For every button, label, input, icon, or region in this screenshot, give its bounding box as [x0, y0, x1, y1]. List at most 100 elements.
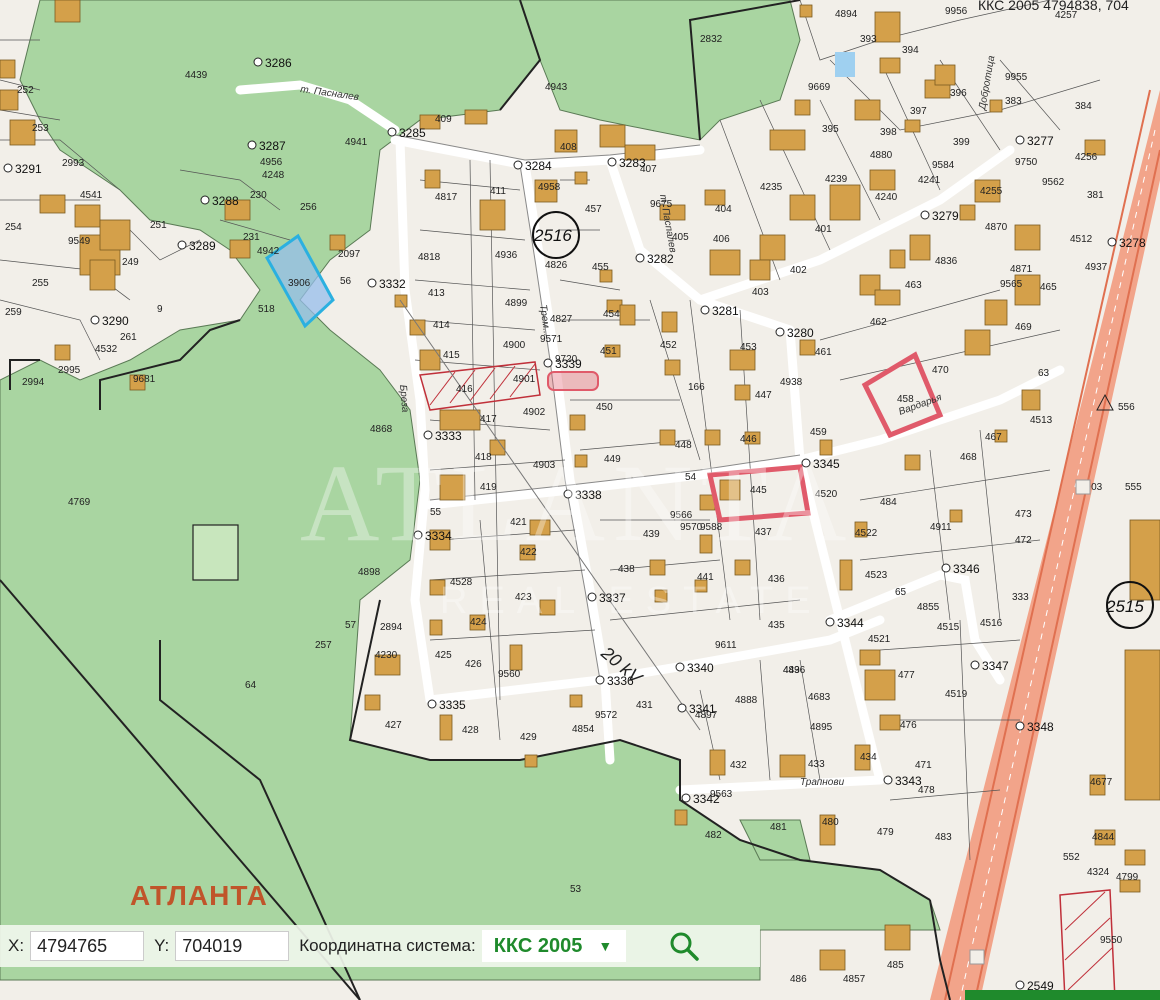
parcel-number: 4900: [503, 340, 526, 351]
x-coordinate-input[interactable]: 4794765: [30, 931, 145, 961]
parcel-number: 4522: [855, 528, 878, 539]
parcel-number: 4239: [825, 174, 848, 185]
parcel-number: 427: [385, 720, 402, 731]
survey-point-marker[interactable]: [543, 358, 553, 368]
coordinate-system-select[interactable]: ККС 2005 ▼: [481, 930, 626, 962]
parcel-number: 253: [32, 123, 49, 134]
survey-point-marker[interactable]: [387, 127, 397, 137]
parcel-number: 4256: [1075, 152, 1098, 163]
parcel-number: 255: [32, 278, 49, 289]
parcel-number: 4911: [930, 522, 952, 533]
parcel-number: 4844: [1092, 832, 1115, 843]
parcel-number: 393: [860, 34, 877, 45]
survey-point-marker[interactable]: [200, 195, 210, 205]
parcel-number: 4938: [780, 377, 803, 388]
survey-point-marker[interactable]: [1015, 980, 1025, 990]
survey-point-marker[interactable]: [681, 793, 691, 803]
survey-point-marker[interactable]: [941, 563, 951, 573]
parcel-number: 4230: [375, 650, 398, 661]
survey-point-marker[interactable]: [607, 157, 617, 167]
y-coordinate-input[interactable]: 704019: [175, 931, 290, 961]
survey-point-marker[interactable]: [970, 660, 980, 670]
parcel-number: 472: [1015, 535, 1032, 546]
parcel-number: 4515: [937, 622, 960, 633]
parcel-number: 455: [592, 262, 609, 273]
survey-point-label: 3347: [982, 659, 1009, 673]
survey-point-label: 3280: [787, 326, 814, 340]
parcel-number: 401: [815, 224, 832, 235]
parcel-number: 9550: [1100, 935, 1123, 946]
survey-point-marker[interactable]: [700, 305, 710, 315]
parcel-number: 230: [250, 190, 267, 201]
parcel-number: 459: [810, 427, 827, 438]
parcel-number: 406: [713, 234, 730, 245]
parcel-number: 4541: [80, 190, 103, 201]
parcel-number: 2994: [22, 377, 45, 388]
parcel-number: 4827: [550, 314, 573, 325]
survey-point-marker[interactable]: [247, 140, 257, 150]
parcel-number: 4519: [945, 689, 968, 700]
parcel-number: 396: [950, 88, 967, 99]
survey-point-marker[interactable]: [3, 163, 13, 173]
survey-point-label: 3290: [102, 314, 129, 328]
survey-point-marker[interactable]: [675, 662, 685, 672]
parcel-number: 4235: [760, 182, 783, 193]
parcel-number: 4868: [370, 424, 393, 435]
chevron-down-icon[interactable]: ▼: [598, 938, 612, 954]
survey-point-marker[interactable]: [825, 617, 835, 627]
parcel-number: 4871: [1010, 264, 1033, 275]
survey-point-marker[interactable]: [775, 327, 785, 337]
parcel-number: 477: [898, 670, 915, 681]
parcel-number: 4902: [523, 407, 546, 418]
parcel-number: 462: [870, 317, 887, 328]
parcel-number: 394: [902, 45, 919, 56]
parcel-number: 404: [715, 204, 732, 215]
parcel-number: 4826: [545, 260, 568, 271]
survey-point-marker[interactable]: [1015, 721, 1025, 731]
survey-point-marker[interactable]: [595, 675, 605, 685]
parcel-number: 4324: [1087, 867, 1110, 878]
parcel-number: 4895: [810, 722, 833, 733]
survey-point-marker[interactable]: [635, 253, 645, 263]
parcel-number: 9720: [555, 354, 578, 365]
parcel-highlight-3339[interactable]: [547, 371, 599, 391]
survey-point-marker[interactable]: [90, 315, 100, 325]
parcel-number: 4894: [835, 9, 858, 20]
parcel-number: 461: [815, 347, 832, 358]
survey-point-marker[interactable]: [367, 278, 377, 288]
parcel-number: 4937: [1085, 262, 1108, 273]
parcel-number: 479: [877, 827, 894, 838]
survey-point-marker[interactable]: [677, 703, 687, 713]
parcel-number: 4241: [918, 175, 941, 186]
parcel-number: 453: [740, 342, 757, 353]
parcel-number: 482: [705, 830, 722, 841]
parcel-number: 395: [822, 124, 839, 135]
survey-point-marker[interactable]: [883, 775, 893, 785]
survey-point-marker[interactable]: [423, 430, 433, 440]
parcel-number: 4439: [185, 70, 208, 81]
parcel-number: 556: [1118, 402, 1135, 413]
parcel-number: 471: [915, 760, 932, 771]
street-name: Трапнови: [800, 777, 845, 788]
survey-point-label: 3336: [607, 674, 634, 688]
parcel-number: 257: [315, 640, 332, 651]
survey-point-marker[interactable]: [513, 160, 523, 170]
parcel-number: 9563: [710, 789, 733, 800]
parcel-number: 428: [462, 725, 479, 736]
bottom-right-bar: [965, 990, 1160, 1000]
survey-point-marker[interactable]: [427, 699, 437, 709]
parcel-number: 485: [887, 960, 904, 971]
survey-point-marker[interactable]: [920, 210, 930, 220]
parcel-number: 413: [428, 288, 445, 299]
survey-point-marker[interactable]: [177, 240, 187, 250]
parcel-number: 4936: [495, 250, 518, 261]
parcel-number: 4958: [538, 182, 561, 193]
survey-point-marker[interactable]: [1015, 135, 1025, 145]
survey-point-marker[interactable]: [253, 57, 263, 67]
search-button[interactable]: [666, 928, 702, 964]
survey-point-marker[interactable]: [1107, 237, 1117, 247]
brand-logo: АТЛАНТА: [130, 880, 268, 911]
parcel-number: 3906: [288, 278, 311, 289]
survey-point-label: 3277: [1027, 134, 1054, 148]
parcel-number: 457: [585, 204, 602, 215]
